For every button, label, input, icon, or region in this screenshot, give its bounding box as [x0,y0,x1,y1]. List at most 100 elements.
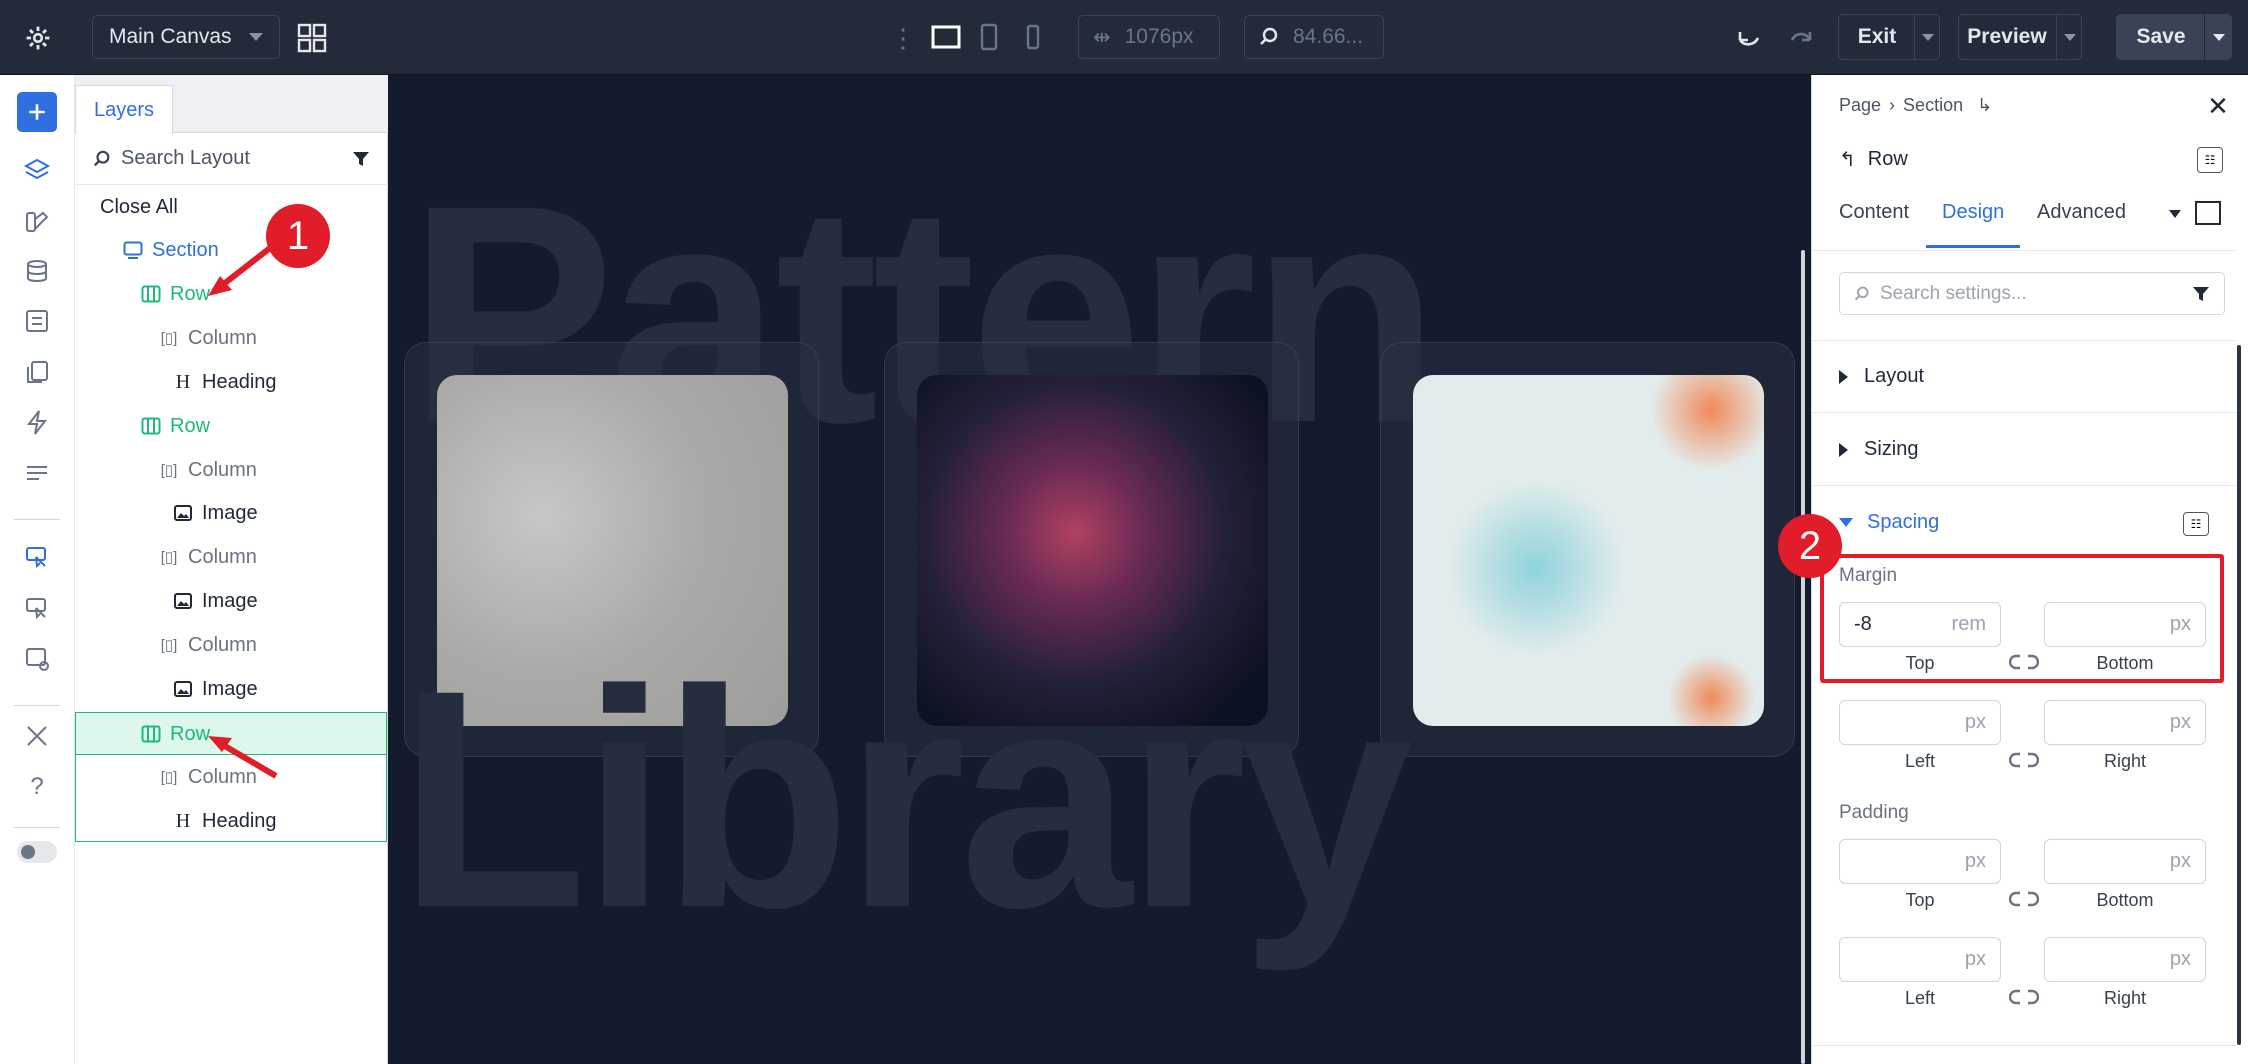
heading-icon: H [175,370,191,393]
layers-search-bar[interactable]: Search Layout [75,133,388,185]
preview-dropdown-chevron-icon[interactable] [2056,14,2082,60]
margin-right-caption: Right [2103,751,2147,771]
layer-item-row[interactable]: Row [75,404,387,448]
image-card[interactable] [1380,342,1795,757]
layer-item-image[interactable]: Image [75,579,387,623]
breadcrumb-section[interactable]: Section [1903,95,1963,116]
layers-icon[interactable] [17,150,57,190]
desktop-view-icon[interactable] [930,24,962,50]
element-options-icon[interactable]: ☷ [2197,147,2223,173]
image-icon [172,502,194,524]
layer-item-column[interactable]: [▯] Column [75,316,387,360]
layout-section-toggle[interactable]: Layout [1812,341,2237,413]
settings-scrollbar-thumb[interactable] [2237,345,2241,1045]
theme-toggle[interactable] [17,841,57,863]
tools-icon[interactable] [17,716,57,756]
device-view-icon[interactable] [2195,201,2221,225]
canvas-width-field[interactable]: ⇹ 1076px [1078,15,1220,59]
expand-triangle-icon [1839,442,1848,457]
breadcrumb-page[interactable]: Page [1839,95,1881,116]
paint-design-icon[interactable] [17,201,57,241]
zoom-field[interactable]: 84.66... [1244,15,1384,59]
spacing-section-toggle[interactable]: Spacing [1812,486,2237,558]
tablet-view-icon[interactable] [978,22,1000,52]
layers-panel: Layers Search Layout Close All Section R… [75,75,388,1064]
layer-item-image[interactable]: Image [75,491,387,535]
tab-advanced[interactable]: Advanced [2037,201,2126,224]
more-vertical-icon[interactable]: ⋮ [890,22,916,54]
back-arrow-icon[interactable]: ↰ [1839,147,1856,172]
filter-icon[interactable] [352,150,370,168]
layer-item-heading[interactable]: H Heading [75,360,387,404]
database-icon[interactable] [17,251,57,291]
padding-label: Padding [1839,802,1909,823]
canvas-heading-library[interactable]: Library [398,620,1413,977]
template-select-icon[interactable] [17,589,57,629]
padding-bottom-unit[interactable]: px [2170,850,2191,873]
redo-icon[interactable] [1784,22,1816,52]
padding-right-unit[interactable]: px [2170,948,2191,971]
layer-item-row[interactable]: Row [75,272,387,316]
spacing-options-icon[interactable]: ☷ [2183,512,2209,536]
link-values-icon[interactable] [2008,890,2040,910]
margin-right-unit[interactable]: px [2170,711,2191,734]
link-values-icon[interactable] [2008,751,2040,771]
layer-item-column[interactable]: [▯] Column [75,535,387,579]
exit-dropdown-chevron-icon[interactable] [1914,14,1940,60]
padding-bottom-input[interactable]: px [2044,839,2206,884]
select-element-icon[interactable] [17,538,57,578]
phone-view-icon[interactable] [1022,22,1044,52]
forms-icon[interactable] [17,301,57,341]
canvas-select[interactable]: Main Canvas [92,15,280,59]
padding-bottom-caption: Bottom [2096,890,2154,910]
undo-icon[interactable] [1734,22,1766,52]
save-dropdown-chevron-icon[interactable] [2204,14,2232,60]
padding-top-unit[interactable]: px [1965,850,1986,873]
breadcrumb-separator-icon: › [1889,95,1896,115]
padding-left-unit[interactable]: px [1965,948,1986,971]
margin-left-input[interactable]: px [1839,700,2001,745]
pages-copy-icon[interactable] [17,352,57,392]
filter-icon[interactable] [2192,285,2210,303]
search-icon [1854,286,1869,300]
layer-item-row-selected[interactable]: Row [75,712,387,756]
element-title-label: Row [1867,148,1908,170]
close-all-button[interactable]: Close All [75,185,387,229]
tab-layers[interactable]: Layers [75,85,173,134]
column-icon: [▯] [160,769,178,786]
lightning-icon[interactable] [17,402,57,442]
tabs-more-chevron-icon[interactable] [2169,210,2181,218]
list-lines-icon[interactable] [17,453,57,493]
settings-search-input[interactable]: Search settings... [1839,272,2225,315]
layer-item-column[interactable]: [▯] Column [75,448,387,492]
grid-view-icon[interactable] [296,22,328,54]
settings-gear-icon[interactable] [0,0,75,75]
section-label: Spacing [1867,510,1940,533]
marble-paint-image[interactable] [1413,375,1764,726]
column-icon: [▯] [160,637,178,654]
heading-icon: H [175,809,191,832]
margin-right-input[interactable]: px [2044,700,2206,745]
help-question-icon[interactable]: ? [17,767,57,807]
tab-design[interactable]: Design [1942,201,2004,224]
add-element-plus-icon[interactable] [17,92,57,132]
layer-item-image[interactable]: Image [75,667,387,711]
sizing-section-toggle[interactable]: Sizing [1812,414,2237,486]
link-values-icon[interactable] [2008,988,2040,1008]
layer-item-heading[interactable]: H Heading [75,799,387,843]
canvas-scrollbar-thumb[interactable] [1801,250,1805,1064]
exit-label: Exit [1857,25,1897,48]
tab-content[interactable]: Content [1839,201,1909,224]
layer-item-column[interactable]: [▯] Column [75,623,387,667]
section-label: Sizing [1864,438,1919,460]
padding-top-input[interactable]: px [1839,839,2001,884]
layer-item-column[interactable]: [▯] Column [75,755,387,799]
layer-item-section[interactable]: Section [75,228,387,272]
main-canvas[interactable]: Pattern Library [388,75,1796,1064]
margin-left-unit[interactable]: px [1965,711,1986,734]
close-icon[interactable]: ✕ [2205,91,2231,121]
preview-settings-icon[interactable] [17,639,57,679]
padding-right-input[interactable]: px [2044,937,2206,982]
search-icon [93,150,110,166]
padding-left-input[interactable]: px [1839,937,2001,982]
